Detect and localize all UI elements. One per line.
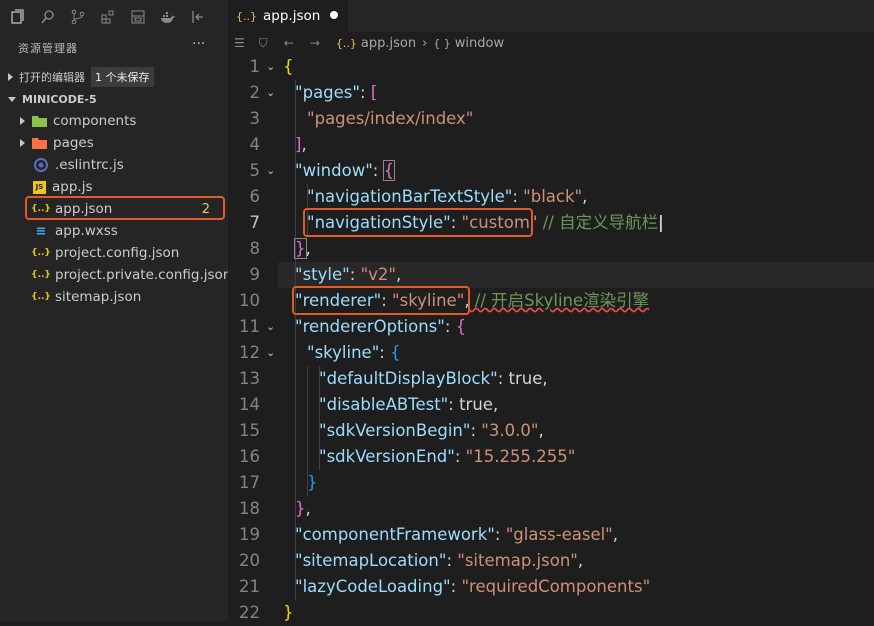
problems-badge: 2 bbox=[201, 201, 210, 217]
code-line: 17} bbox=[239, 473, 318, 492]
code-line: 18}, bbox=[239, 499, 311, 518]
activity-bar bbox=[0, 0, 228, 34]
code-line: 1 ⌄{ bbox=[228, 54, 874, 80]
tree-item-app-js[interactable]: JS app.js bbox=[0, 176, 228, 198]
json-icon: {..} bbox=[236, 9, 257, 23]
more-actions-button[interactable]: ··· bbox=[192, 36, 205, 52]
panel-icon[interactable] bbox=[186, 5, 210, 29]
highlight-box-renderer bbox=[292, 286, 470, 315]
tree-item-label: project.private.config.json bbox=[55, 267, 232, 283]
chevron-right-icon bbox=[20, 139, 25, 147]
code-line: 20 "sitemapLocation": "sitemap.json", bbox=[239, 551, 584, 570]
unsaved-dot-icon[interactable] bbox=[330, 11, 338, 19]
fold-chevron-icon: ⌄ bbox=[266, 346, 276, 359]
code-line: 6 "navigationBarTextStyle": "black", bbox=[249, 187, 588, 206]
json-icon: {..} bbox=[335, 36, 357, 50]
tree-item-eslintrc[interactable]: .eslintrc.js bbox=[0, 154, 228, 176]
code-line: 14 "disableABTest": true, bbox=[239, 395, 499, 414]
object-icon: { } bbox=[433, 36, 451, 50]
eslint-icon bbox=[33, 157, 49, 173]
fold-chevron-icon: ⌄ bbox=[266, 164, 276, 177]
bookmark-icon[interactable]: ⛉ bbox=[259, 36, 268, 51]
open-editors-label: 打开的编辑器 bbox=[19, 71, 85, 84]
code-line: 5 ⌄ "window": { bbox=[228, 158, 874, 184]
sidebar: 资源管理器 ··· 打开的编辑器 1 个未保存 MINICODE-5 compo… bbox=[0, 0, 232, 621]
unsaved-badge: 1 个未保存 bbox=[91, 67, 154, 87]
tree-item-label: app.json bbox=[55, 201, 113, 217]
tree-item-project-private-config[interactable]: {..} project.private.config.json bbox=[0, 264, 232, 286]
tree-item-project-config[interactable]: {..} project.config.json bbox=[0, 242, 228, 264]
tree-item-label: components bbox=[53, 113, 137, 129]
chevron-right-icon bbox=[20, 117, 25, 125]
docker-icon[interactable] bbox=[156, 5, 180, 29]
chevron-right-icon bbox=[8, 73, 13, 81]
tree-item-label: app.js bbox=[52, 179, 93, 195]
fold-chevron-icon: ⌄ bbox=[266, 320, 276, 333]
json-icon: {..} bbox=[31, 204, 51, 214]
code-line: 3 "pages/index/index" bbox=[249, 109, 474, 128]
json-icon: {..} bbox=[31, 248, 51, 258]
highlight-box-navigation-style bbox=[303, 208, 533, 237]
code-line: 2 ⌄ "pages": [ bbox=[228, 80, 874, 106]
code-line: 12 ⌄ "skyline": { bbox=[228, 340, 874, 366]
code-line: 8}, bbox=[249, 238, 311, 259]
css-icon: ≡ bbox=[35, 223, 47, 239]
code-line: 15 "sdkVersionBegin": "3.0.0", bbox=[239, 421, 544, 440]
extensions-icon[interactable] bbox=[96, 5, 120, 29]
project-label: MINICODE-5 bbox=[22, 92, 97, 106]
code-line: 19 "componentFramework": "glass-easel", bbox=[239, 525, 619, 544]
debug-icon[interactable] bbox=[126, 5, 150, 29]
code-line: 16 "sdkVersionEnd": "15.255.255" bbox=[239, 447, 576, 466]
tree-item-label: project.config.json bbox=[55, 245, 180, 261]
folder-icon bbox=[31, 113, 47, 129]
breadcrumb-separator-icon: › bbox=[422, 35, 428, 51]
tree-item-app-json[interactable]: {..} app.json 2 bbox=[0, 198, 228, 220]
breadcrumb-symbol[interactable]: window bbox=[455, 36, 504, 51]
forward-arrow-icon[interactable]: → bbox=[310, 36, 320, 50]
code-line: 13 "defaultDisplayBlock": true, bbox=[239, 369, 548, 388]
tree-item-label: pages bbox=[53, 135, 94, 151]
files-icon[interactable] bbox=[6, 5, 30, 29]
search-icon[interactable] bbox=[36, 5, 60, 29]
tree-item-pages[interactable]: pages bbox=[0, 132, 228, 154]
fold-chevron-icon: ⌄ bbox=[266, 60, 276, 73]
tree-item-sitemap[interactable]: {..} sitemap.json bbox=[0, 286, 228, 308]
list-icon[interactable]: ☰ bbox=[234, 36, 245, 50]
tree-item-label: app.wxss bbox=[55, 223, 118, 239]
breadcrumb-file[interactable]: app.json bbox=[361, 36, 416, 51]
folder-icon bbox=[31, 135, 47, 151]
code-line: 9 "style": "v2", bbox=[249, 265, 402, 284]
code-line: 21 "lazyCodeLoading": "requiredComponents… bbox=[239, 577, 651, 596]
json-icon: {..} bbox=[31, 270, 51, 280]
fold-chevron-icon: ⌄ bbox=[266, 86, 276, 99]
editor: {..} app.json ☰ ⛉ ← → {..} app.json › { … bbox=[228, 0, 874, 622]
js-icon: JS bbox=[33, 180, 46, 194]
tree-item-label: .eslintrc.js bbox=[55, 157, 124, 173]
tree-item-label: sitemap.json bbox=[55, 289, 142, 305]
explorer-title: 资源管理器 bbox=[18, 42, 78, 55]
chevron-down-icon bbox=[8, 96, 16, 102]
open-editors-section[interactable]: 打开的编辑器 1 个未保存 bbox=[0, 66, 228, 88]
tree-item-app-wxss[interactable]: ≡ app.wxss bbox=[0, 220, 228, 242]
source-control-icon[interactable] bbox=[66, 5, 90, 29]
tab-label: app.json bbox=[263, 8, 321, 24]
tree-item-components[interactable]: components bbox=[0, 110, 228, 132]
project-section[interactable]: MINICODE-5 bbox=[0, 88, 228, 110]
back-arrow-icon[interactable]: ← bbox=[284, 36, 294, 50]
tab-app-json[interactable]: {..} app.json bbox=[228, 0, 348, 32]
code-line: 4], bbox=[249, 135, 307, 154]
breadcrumb: ☰ ⛉ ← → {..} app.json › { } window bbox=[228, 32, 874, 54]
code-line: 11 ⌄ "rendererOptions": { bbox=[228, 314, 874, 340]
tab-bar: {..} app.json bbox=[228, 0, 874, 32]
json-icon: {..} bbox=[31, 292, 51, 302]
code-line: 22} bbox=[239, 603, 294, 622]
